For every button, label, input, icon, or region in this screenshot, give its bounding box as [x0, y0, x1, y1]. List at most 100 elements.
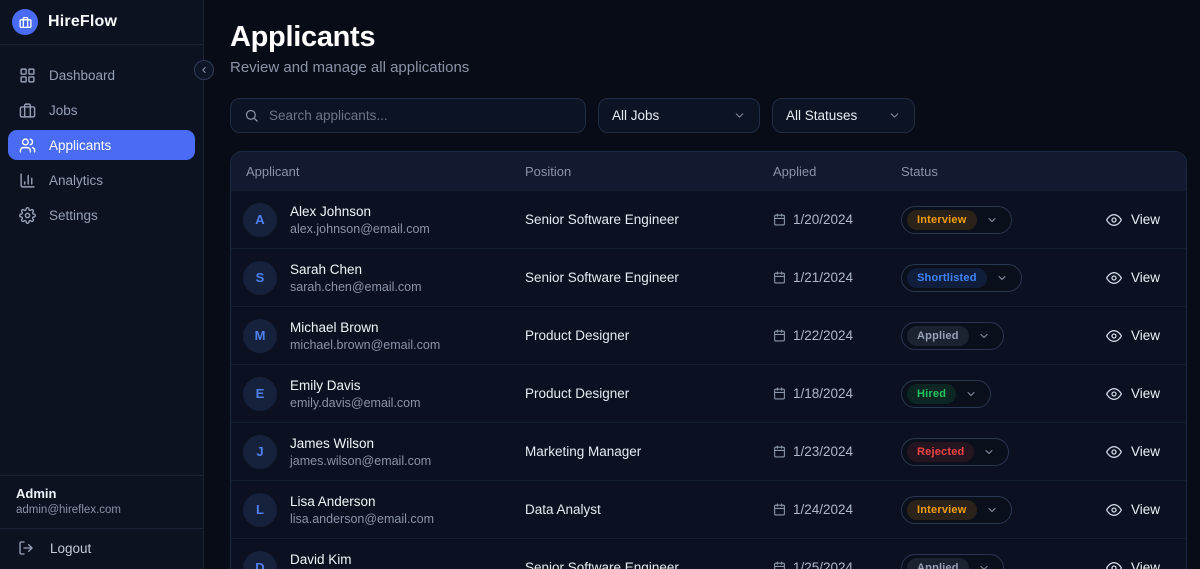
avatar: L — [243, 492, 277, 527]
status-filter-value: All Statuses — [786, 108, 858, 123]
status-cell: Shortlisted — [901, 263, 1095, 292]
calendar-icon — [773, 213, 786, 226]
filters-row: All Jobs All Statuses — [230, 98, 1187, 133]
view-button[interactable]: View — [1105, 328, 1160, 344]
applicant-email: alex.johnson@email.com — [290, 221, 430, 236]
chevron-down-icon — [978, 330, 990, 342]
eye-icon — [1105, 328, 1122, 344]
view-button[interactable]: View — [1105, 270, 1160, 286]
status-badge: Applied — [907, 557, 969, 569]
applied-cell: 1/24/2024 — [773, 502, 901, 517]
position-cell: Product Designer — [525, 386, 630, 401]
view-label: View — [1130, 328, 1160, 343]
view-button[interactable]: View — [1105, 386, 1160, 402]
sidebar-item-jobs[interactable]: Jobs — [8, 95, 195, 125]
app-logo-row: HireFlow — [0, 0, 203, 45]
calendar-icon — [773, 271, 786, 284]
calendar-icon — [773, 387, 786, 400]
column-header-applied: Applied — [773, 163, 817, 179]
bar-chart-icon — [19, 172, 36, 189]
applied-date: 1/23/2024 — [793, 444, 854, 459]
user-info: Admin admin@hireflex.com — [0, 475, 203, 528]
search-icon — [244, 108, 259, 123]
applied-cell: 1/22/2024 — [773, 328, 901, 343]
status-cell: Rejected — [901, 437, 1095, 466]
applied-cell: 1/18/2024 — [773, 386, 901, 401]
avatar: M — [243, 318, 277, 353]
sidebar: HireFlow Dashboard Jobs Applicants Analy… — [0, 0, 204, 569]
sidebar-nav: Dashboard Jobs Applicants Analytics Sett… — [0, 45, 203, 235]
sidebar-item-label: Analytics — [49, 172, 104, 188]
view-button[interactable]: View — [1105, 212, 1160, 228]
view-label: View — [1130, 560, 1160, 569]
briefcase-icon — [19, 102, 36, 119]
jobs-filter-dropdown[interactable]: All Jobs — [598, 98, 760, 133]
actions-cell: View — [1095, 386, 1186, 402]
search-input[interactable] — [269, 108, 572, 123]
actions-cell: View — [1095, 502, 1186, 518]
view-button[interactable]: View — [1105, 560, 1160, 569]
chevron-down-icon — [983, 446, 995, 458]
view-button[interactable]: View — [1105, 444, 1160, 460]
sidebar-item-analytics[interactable]: Analytics — [8, 165, 195, 195]
status-dropdown-button[interactable]: Hired — [901, 379, 992, 408]
sidebar-item-label: Jobs — [49, 102, 78, 118]
status-badge: Shortlisted — [907, 267, 987, 288]
status-dropdown-button[interactable]: Applied — [901, 321, 1004, 350]
view-button[interactable]: View — [1105, 502, 1160, 518]
status-filter-dropdown[interactable]: All Statuses — [772, 98, 915, 133]
logout-button[interactable]: Logout — [0, 528, 203, 569]
chevron-down-icon — [996, 272, 1008, 284]
status-cell: Hired — [901, 379, 1095, 408]
position-cell: Senior Software Engineer — [525, 270, 679, 285]
avatar: S — [243, 260, 277, 295]
eye-icon — [1105, 502, 1122, 518]
eye-icon — [1105, 386, 1122, 402]
jobs-filter-value: All Jobs — [612, 108, 660, 123]
applicant-email: james.wilson@email.com — [290, 453, 432, 468]
view-label: View — [1130, 386, 1160, 401]
table-body: A Alex Johnson alex.johnson@email.com Se… — [231, 190, 1186, 569]
sidebar-item-label: Applicants — [49, 137, 112, 153]
logout-icon — [18, 540, 34, 556]
applicant-email: michael.brown@email.com — [290, 337, 441, 352]
sidebar-item-label: Settings — [49, 207, 98, 223]
user-name: Admin — [16, 486, 57, 501]
sidebar-collapse-button[interactable] — [194, 60, 214, 80]
table-row: L Lisa Anderson lisa.anderson@email.com … — [231, 480, 1186, 538]
chevron-down-icon — [965, 388, 977, 400]
applicant-name: Lisa Anderson — [290, 493, 376, 509]
eye-icon — [1105, 212, 1122, 228]
applied-date: 1/22/2024 — [793, 328, 854, 343]
applicant-cell: L Lisa Anderson lisa.anderson@email.com — [231, 492, 525, 527]
sidebar-item-label: Dashboard — [49, 67, 116, 83]
view-label: View — [1130, 270, 1160, 285]
chevron-down-icon — [733, 109, 746, 122]
view-label: View — [1130, 502, 1160, 517]
sidebar-item-applicants[interactable]: Applicants — [8, 130, 195, 160]
table-row: E Emily Davis emily.davis@email.com Prod… — [231, 364, 1186, 422]
status-dropdown-button[interactable]: Applied — [901, 553, 1004, 569]
applicant-email: sarah.chen@email.com — [290, 279, 422, 294]
status-badge: Interview — [907, 209, 977, 230]
calendar-icon — [773, 561, 786, 569]
table-header-row: Applicant Position Applied Status — [231, 152, 1186, 190]
sidebar-item-dashboard[interactable]: Dashboard — [8, 60, 195, 90]
calendar-icon — [773, 329, 786, 342]
actions-cell: View — [1095, 444, 1186, 460]
sidebar-item-settings[interactable]: Settings — [8, 200, 195, 230]
applicant-name: Alex Johnson — [290, 203, 372, 219]
status-dropdown-button[interactable]: Interview — [901, 205, 1012, 234]
status-badge: Hired — [907, 383, 957, 404]
chevron-left-icon — [202, 66, 206, 74]
chevron-down-icon — [888, 109, 901, 122]
status-dropdown-button[interactable]: Shortlisted — [901, 263, 1022, 292]
applicant-name: Sarah Chen — [290, 261, 363, 277]
position-cell: Product Designer — [525, 328, 630, 343]
user-email: admin@hireflex.com — [16, 504, 121, 516]
status-dropdown-button[interactable]: Interview — [901, 495, 1012, 524]
table-row: D David Kim david.kim@email.com Senior S… — [231, 538, 1186, 569]
status-dropdown-button[interactable]: Rejected — [901, 437, 1010, 466]
briefcase-logo-icon — [12, 9, 38, 35]
actions-cell: View — [1095, 560, 1186, 569]
